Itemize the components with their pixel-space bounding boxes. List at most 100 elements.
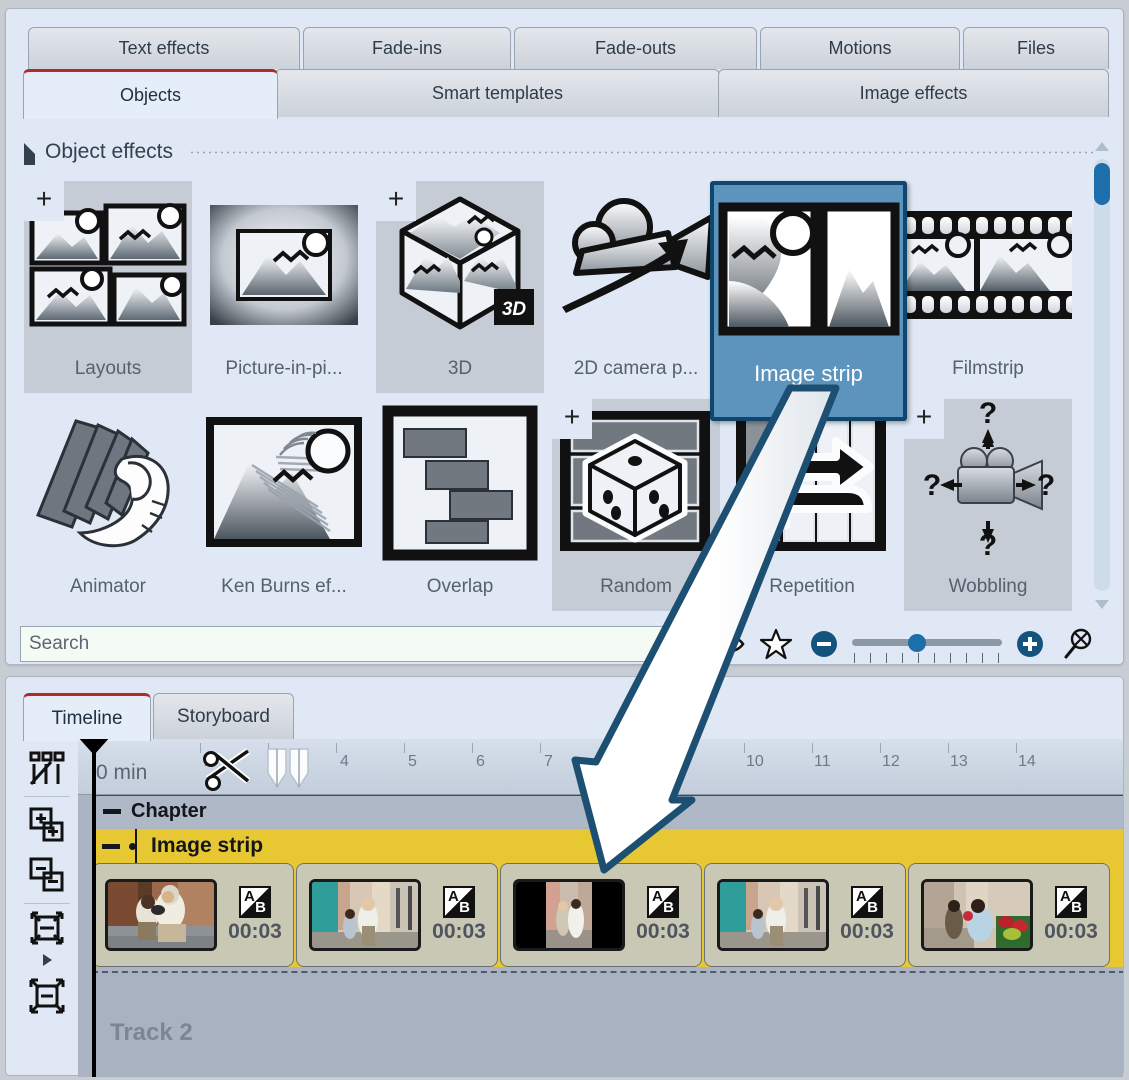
ruler-tick-label: 6	[476, 753, 485, 771]
effect-tile-repetition[interactable]: Repetition	[728, 399, 896, 611]
timeline-tabbar: Timeline Storyboard	[6, 693, 1123, 739]
highlighted-tile-image-strip[interactable]: Image strip	[710, 181, 907, 421]
animator-icon	[24, 399, 192, 567]
transition-ab-icon[interactable]: AB	[1055, 886, 1087, 918]
tile-label: Layouts	[24, 349, 192, 389]
expand-tracks-icon[interactable]	[19, 971, 75, 1021]
ruler-tick-label: 9	[680, 753, 689, 771]
collapse-minus-icon[interactable]	[103, 809, 121, 814]
timeline-ruler[interactable]: 0 min 2 3 4 5 6 7 8 9 10 11 12 13 14	[78, 739, 1123, 795]
collapse-minus-icon[interactable]	[102, 844, 120, 849]
object-effects-section-header[interactable]: Object effects	[24, 137, 1094, 167]
chapter-row[interactable]: Chapter	[92, 795, 1123, 827]
object-row-image-strip[interactable]: Image strip	[92, 829, 1123, 863]
tab-label: Smart templates	[432, 83, 563, 104]
search-input[interactable]: Search	[20, 626, 690, 662]
tile-label: Wobbling	[904, 567, 1072, 607]
effects-top-tabbar: Text effects Fade-ins Fade-outs Motions …	[6, 9, 1123, 69]
tab-smart-templates[interactable]: Smart templates	[275, 69, 720, 117]
track-settings-icon[interactable]	[19, 743, 75, 793]
preview-eye-icon[interactable]	[704, 625, 752, 663]
transition-ab-icon[interactable]: AB	[239, 886, 271, 918]
transition-ab-icon[interactable]: AB	[443, 886, 475, 918]
tab-files[interactable]: Files	[963, 27, 1109, 69]
clip-thumbnail	[921, 879, 1033, 951]
scrollbar-track[interactable]	[1094, 159, 1110, 591]
reset-zoom-icon[interactable]	[1054, 625, 1102, 663]
tab-fade-outs[interactable]: Fade-outs	[514, 27, 757, 69]
tab-label: Image effects	[860, 83, 968, 104]
timeline-clip[interactable]: AB 00:03	[704, 863, 906, 967]
effect-tile-filmstrip[interactable]: Filmstrip	[904, 181, 1072, 393]
range-markers-icon[interactable]	[264, 747, 316, 794]
slider-track[interactable]	[852, 639, 1002, 646]
scissors-icon[interactable]	[200, 745, 260, 796]
picture-in-picture-icon	[200, 181, 368, 349]
zoom-out-icon[interactable]	[800, 625, 848, 663]
add-track-icon[interactable]	[19, 800, 75, 850]
scroll-down-arrow-icon[interactable]	[1091, 593, 1113, 615]
timeline-clip[interactable]: AB 00:03	[908, 863, 1110, 967]
track-2-row[interactable]: Track 2	[92, 971, 1123, 1077]
effect-tile-random[interactable]: +	[552, 399, 720, 611]
tile-label: Filmstrip	[904, 349, 1072, 389]
clip-duration: 00:03	[636, 920, 690, 944]
effect-tile-overlap[interactable]: Overlap	[376, 399, 544, 611]
tab-motions[interactable]: Motions	[760, 27, 960, 69]
clip-list: AB 00:03	[92, 863, 1123, 967]
tab-text-effects[interactable]: Text effects	[28, 27, 300, 69]
search-clear-icon[interactable]: ✕	[664, 636, 682, 652]
scrollbar-thumb[interactable]	[1094, 163, 1110, 205]
tab-storyboard[interactable]: Storyboard	[153, 693, 294, 739]
timeline-clip[interactable]: AB 00:03	[92, 863, 294, 967]
tab-timeline[interactable]: Timeline	[23, 693, 151, 741]
tab-objects[interactable]: Objects	[23, 69, 278, 119]
collapse-triangle-icon[interactable]	[24, 143, 35, 165]
clip-meta: AB 00:03	[829, 886, 905, 944]
slider-knob[interactable]	[908, 634, 926, 652]
track-2-label: Track 2	[110, 1019, 193, 1047]
remove-track-icon[interactable]	[19, 850, 75, 900]
scroll-up-arrow-icon[interactable]	[1091, 135, 1113, 157]
ruler-tick-label: 14	[1018, 753, 1036, 771]
tile-label: 3D	[376, 349, 544, 389]
svg-text:?: ?	[923, 469, 941, 502]
effect-tile-picture-in-picture[interactable]: Picture-in-pi...	[200, 181, 368, 393]
favorite-star-icon[interactable]	[752, 625, 800, 663]
effect-tile-animator[interactable]: Animator	[24, 399, 192, 611]
zoom-in-icon[interactable]	[1006, 625, 1054, 663]
timeline-panel: Timeline Storyboard 0 min 2 3 4 5	[5, 676, 1124, 1076]
tab-label: Text effects	[119, 38, 210, 59]
ruler-unit-label: 0 min	[96, 761, 147, 785]
effect-tile-2d-camera-pan[interactable]: 2D camera p...	[552, 181, 720, 393]
tab-label: Fade-ins	[372, 38, 442, 59]
ruler-tick-label: 4	[340, 753, 349, 771]
add-plus-icon[interactable]: +	[376, 181, 416, 221]
playhead-line[interactable]	[92, 739, 96, 1077]
zoom-slider[interactable]	[852, 625, 1002, 663]
ruler-tick-label: 5	[408, 753, 417, 771]
effects-panel: Text effects Fade-ins Fade-outs Motions …	[5, 8, 1124, 665]
camera-pan-icon	[552, 181, 720, 349]
add-plus-icon[interactable]: +	[552, 399, 592, 439]
timeline-main: 0 min 2 3 4 5 6 7 8 9 10 11 12 13 14	[78, 739, 1123, 1077]
fit-height-icon[interactable]	[19, 907, 75, 949]
add-plus-icon[interactable]: +	[24, 181, 64, 221]
effect-tile-layouts[interactable]: +	[24, 181, 192, 393]
transition-ab-icon[interactable]: AB	[851, 886, 883, 918]
add-plus-icon[interactable]: +	[904, 399, 944, 439]
expand-chevron-icon[interactable]	[19, 949, 75, 971]
tab-image-effects[interactable]: Image effects	[718, 69, 1109, 117]
transition-ab-icon[interactable]: AB	[647, 886, 679, 918]
effect-tile-wobbling[interactable]: + ? ? ?	[904, 399, 1072, 611]
timeline-clip[interactable]: AB 00:03	[500, 863, 702, 967]
toolbar-divider	[24, 903, 70, 904]
tab-fade-ins[interactable]: Fade-ins	[303, 27, 511, 69]
clip-meta: AB 00:03	[1033, 886, 1109, 944]
effects-second-tabbar: Objects Smart templates Image effects	[6, 69, 1123, 117]
timeline-clip[interactable]: AB 00:03	[296, 863, 498, 967]
effects-vertical-scrollbar[interactable]	[1091, 135, 1113, 615]
effect-tile-ken-burns[interactable]: Ken Burns ef...	[200, 399, 368, 611]
effect-tile-3d[interactable]: +	[376, 181, 544, 393]
clip-meta: AB 00:03	[625, 886, 701, 944]
